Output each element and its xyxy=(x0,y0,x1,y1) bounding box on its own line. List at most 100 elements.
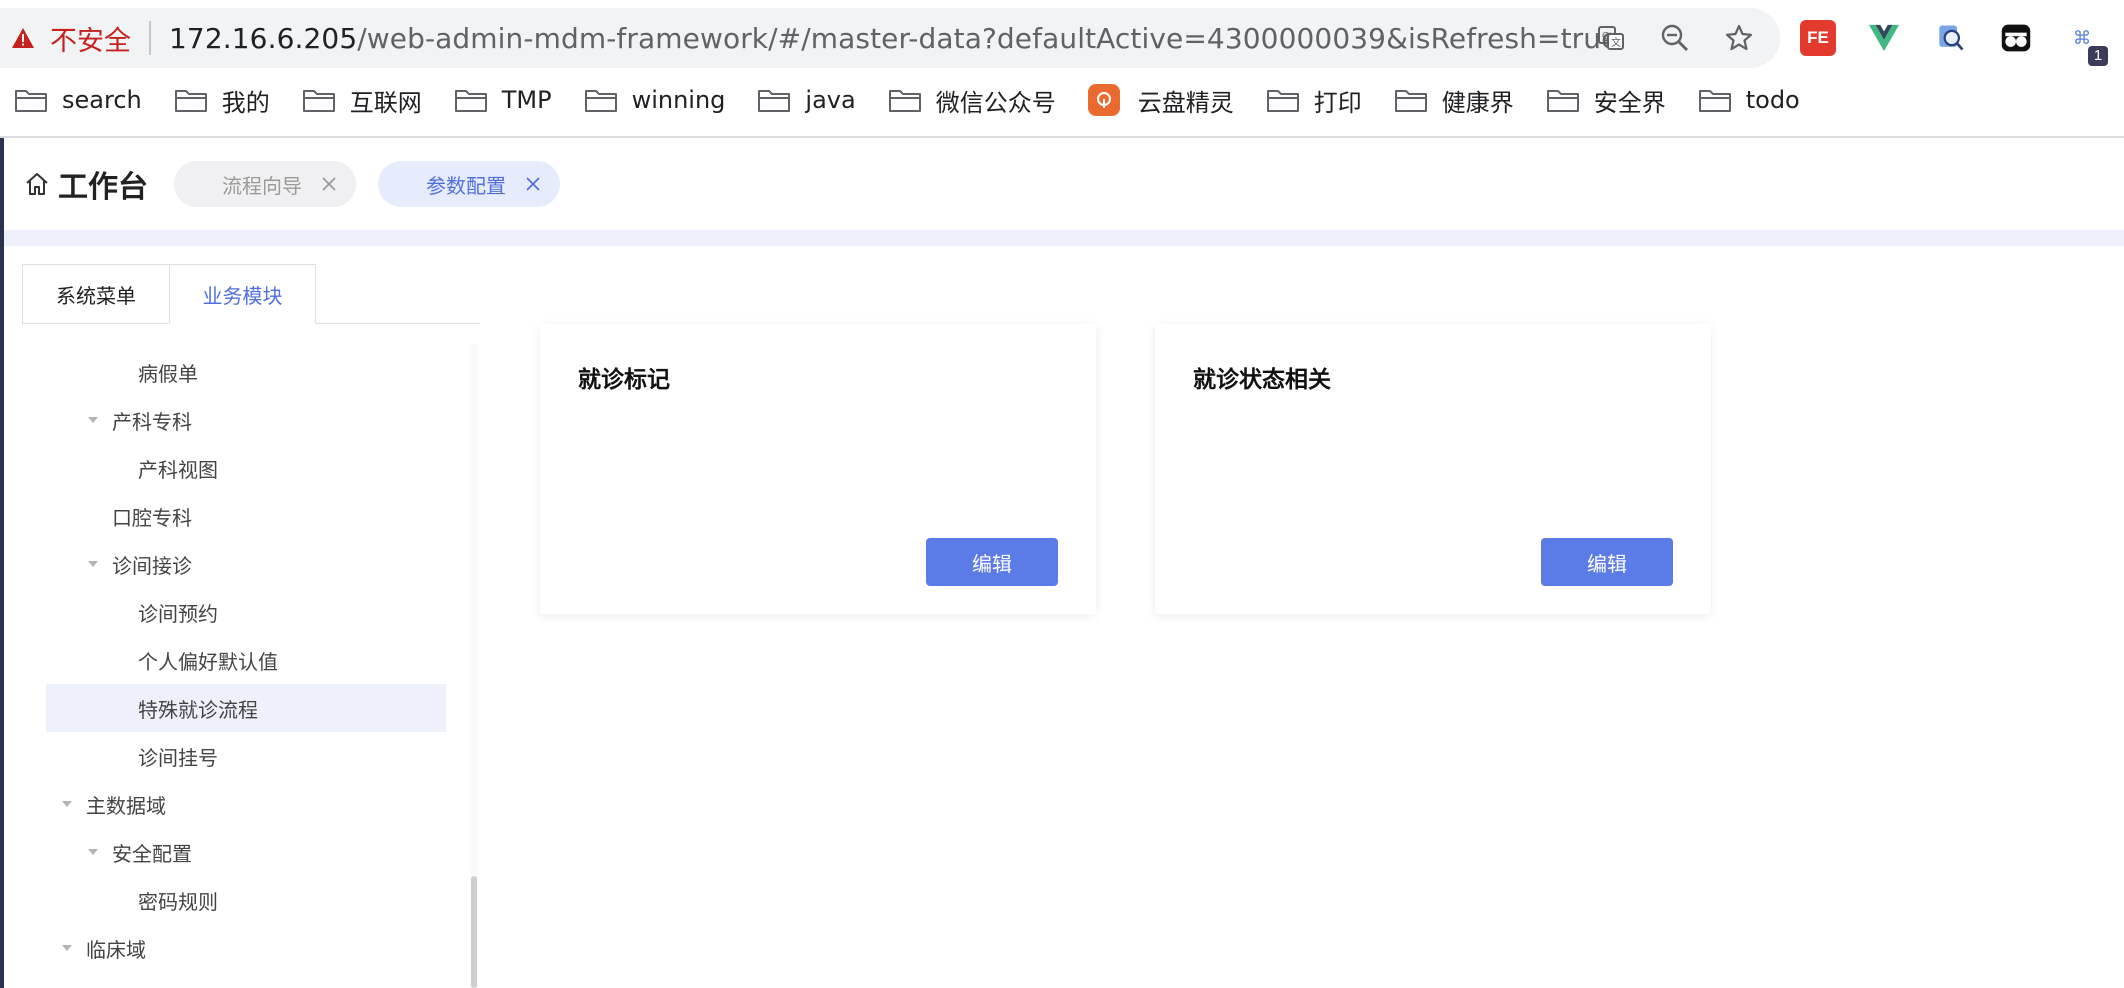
cloud-disk-icon xyxy=(1087,84,1120,116)
tree-node-label: 诊间预约 xyxy=(138,601,218,626)
caret-down-icon[interactable] xyxy=(86,845,100,859)
translate-icon[interactable]: G文 xyxy=(1594,21,1628,55)
vue-devtools-icon[interactable] xyxy=(1866,20,1902,56)
tree-scrollbar-thumb[interactable] xyxy=(471,876,477,988)
bookmark-item[interactable]: java xyxy=(757,86,856,114)
close-icon[interactable] xyxy=(320,175,338,193)
omnibox-divider xyxy=(149,21,151,55)
folder-icon xyxy=(302,90,335,112)
bookmark-label: winning xyxy=(631,86,726,114)
fe-extension-icon[interactable]: FE xyxy=(1800,20,1836,56)
tag-process-guide[interactable]: 流程向导 xyxy=(174,161,356,207)
magnifier-extension-icon[interactable] xyxy=(1932,20,1968,56)
folder-icon xyxy=(1266,90,1299,112)
bookmark-item[interactable]: winning xyxy=(584,86,726,114)
svg-text:G: G xyxy=(1602,31,1610,42)
bookmark-item[interactable]: 云盘精灵 xyxy=(1087,83,1234,118)
tree-node[interactable]: 临床域 xyxy=(46,924,446,972)
home-link[interactable]: 工作台 xyxy=(24,162,148,206)
folder-icon xyxy=(174,90,207,112)
app-header: 工作台 流程向导 参数配置 xyxy=(4,138,2124,230)
bookmark-item[interactable]: 健康界 xyxy=(1394,83,1514,118)
tree-node[interactable]: 安全配置 xyxy=(46,828,446,876)
bookmark-item[interactable]: 我的 xyxy=(174,83,270,118)
folder-icon xyxy=(1546,90,1579,112)
warning-icon[interactable] xyxy=(8,23,38,53)
tree-node[interactable]: 诊间挂号 xyxy=(46,732,446,780)
tree-node-label: 特殊就诊流程 xyxy=(138,697,258,722)
browser-toolbar: 不安全 172.16.6.205/web-admin-mdm-framework… xyxy=(0,0,2124,76)
bookmark-item[interactable]: TMP xyxy=(454,86,552,114)
caret-down-icon[interactable] xyxy=(86,413,100,427)
card-visit-status: 就诊状态相关 编辑 xyxy=(1155,324,1711,614)
folder-icon xyxy=(454,90,487,112)
workbench-title: 工作台 xyxy=(58,170,148,205)
bookmark-item[interactable]: 安全界 xyxy=(1546,83,1666,118)
close-icon[interactable] xyxy=(524,175,542,193)
folder-icon xyxy=(584,90,617,112)
edit-button[interactable]: 编辑 xyxy=(1541,538,1673,586)
tree-node[interactable]: 密码规则 xyxy=(46,876,446,924)
bookmark-star-icon[interactable] xyxy=(1722,21,1756,55)
extension-badge: 1 xyxy=(2088,46,2108,66)
shortcut-extension-icon[interactable]: ⌘ 1 xyxy=(2064,20,2108,66)
tree-node-selected[interactable]: 特殊就诊流程 xyxy=(46,684,446,732)
bookmark-label: todo xyxy=(1745,86,1800,114)
bookmark-label: 云盘精灵 xyxy=(1137,88,1234,117)
tree-node[interactable]: 口腔专科 xyxy=(46,492,446,540)
card-visit-mark: 就诊标记 编辑 xyxy=(540,324,1096,614)
folder-icon xyxy=(1394,90,1427,112)
bookmarks-bar: search 我的 互联网 TMP winning java 微信公众号 云盘精灵 打印 健康界 安… xyxy=(0,80,2124,120)
tab-system-menu[interactable]: 系统菜单 xyxy=(22,264,169,324)
zoom-out-icon[interactable] xyxy=(1658,21,1692,55)
bookmark-item[interactable]: todo xyxy=(1698,86,1800,114)
bookmark-item[interactable]: search xyxy=(14,86,142,114)
bookmark-item[interactable]: 互联网 xyxy=(302,83,422,118)
tab-business-module[interactable]: 业务模块 xyxy=(169,264,316,324)
header-band xyxy=(4,230,2124,246)
app-left-edge xyxy=(0,138,4,988)
tree-node-label: 安全配置 xyxy=(112,841,192,866)
tree-node[interactable]: 产科专科 xyxy=(46,396,446,444)
bookmark-item[interactable]: 微信公众号 xyxy=(888,83,1056,118)
bookmark-label: 安全界 xyxy=(1593,88,1666,117)
mask-extension-icon[interactable] xyxy=(1998,20,2034,56)
home-icon xyxy=(26,173,48,195)
bookmark-label: java xyxy=(805,86,856,114)
caret-down-icon[interactable] xyxy=(60,941,74,955)
tree-node[interactable]: 病假单 xyxy=(46,348,446,396)
tree-node-label: 临床域 xyxy=(86,937,146,962)
folder-icon xyxy=(15,90,47,112)
module-tree: 病假单产科专科产科视图口腔专科 诊间接诊诊间预约个人偏好默认值特殊就诊流程 诊间挂号… xyxy=(22,344,472,988)
bookmark-label: 健康界 xyxy=(1441,88,1514,117)
url-text[interactable]: 172.16.6.205/web-admin-mdm-framework/#/m… xyxy=(169,22,1618,55)
tree-node[interactable]: 产科视图 xyxy=(46,444,446,492)
tag-param-config[interactable]: 参数配置 xyxy=(378,161,560,207)
caret-down-icon[interactable] xyxy=(60,797,74,811)
bookmark-label: 互联网 xyxy=(349,88,422,117)
tree-node-label: 产科专科 xyxy=(112,409,192,434)
app-root: 工作台 流程向导 参数配置 系统菜单 业务模块 病假单 产科专科 产科视图 口腔专科诊… xyxy=(0,138,2124,988)
edit-button[interactable]: 编辑 xyxy=(926,538,1058,586)
security-label[interactable]: 不安全 xyxy=(50,19,131,58)
tree-node[interactable]: 诊间接诊 xyxy=(46,540,446,588)
tree-node-label: 产科视图 xyxy=(138,457,218,482)
folder-icon xyxy=(1698,90,1731,112)
tag-label: 参数配置 xyxy=(426,173,506,198)
folder-icon xyxy=(758,90,791,112)
caret-down-icon[interactable] xyxy=(86,557,100,571)
bookmark-item[interactable]: 打印 xyxy=(1266,83,1362,118)
tree-node[interactable]: 个人偏好默认值 xyxy=(46,636,446,684)
svg-text:⌘: ⌘ xyxy=(2073,28,2091,49)
address-bar[interactable]: 不安全 172.16.6.205/web-admin-mdm-framework… xyxy=(0,8,1780,68)
tree-node-label: 诊间挂号 xyxy=(138,745,218,770)
bookmark-label: 我的 xyxy=(221,88,270,117)
card-title: 就诊状态相关 xyxy=(1193,367,1331,393)
tree-node[interactable]: 主数据域 xyxy=(46,780,446,828)
sidebar-tabs: 系统菜单 业务模块 xyxy=(22,264,480,324)
bookmark-label: 微信公众号 xyxy=(935,88,1056,117)
tree-node-label: 主数据域 xyxy=(86,793,166,818)
bookmark-label: 打印 xyxy=(1313,88,1362,117)
bookmark-label: search xyxy=(62,86,142,114)
tree-node[interactable]: 诊间预约 xyxy=(46,588,446,636)
